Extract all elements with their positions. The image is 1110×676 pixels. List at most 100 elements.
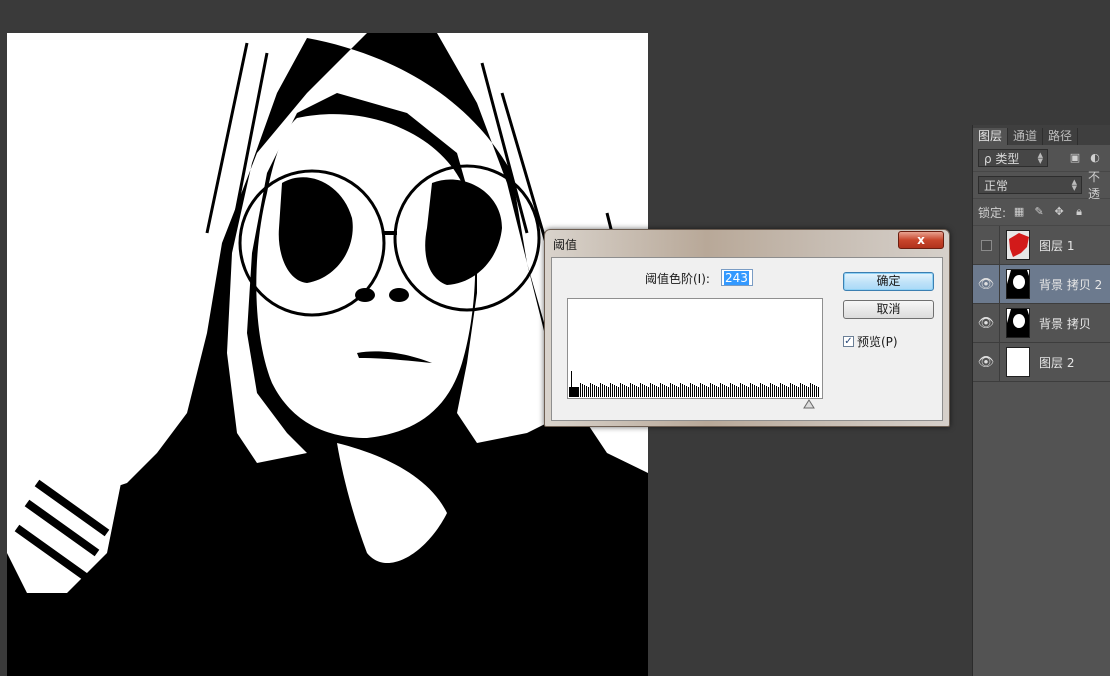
visibility-toggle[interactable] bbox=[973, 226, 1000, 264]
histogram-bar bbox=[706, 386, 707, 397]
threshold-thumb bbox=[1007, 309, 1029, 337]
histogram-bar bbox=[748, 387, 749, 397]
preview-checkbox[interactable]: ✓ bbox=[843, 336, 854, 347]
histogram-bar bbox=[586, 386, 587, 397]
ok-button[interactable]: 确定 bbox=[843, 272, 934, 291]
tab-layers[interactable]: 图层 bbox=[973, 128, 1009, 145]
histogram-bar bbox=[688, 387, 689, 397]
histogram-bar bbox=[648, 387, 649, 397]
adjustment-filter-icon[interactable]: ◐ bbox=[1088, 152, 1102, 164]
histogram-bar bbox=[569, 387, 578, 397]
histogram-bar bbox=[674, 385, 675, 397]
histogram-bar bbox=[686, 386, 687, 397]
histogram-bar bbox=[616, 386, 617, 397]
histogram-bar bbox=[728, 387, 729, 397]
layer-row-2[interactable]: 👁︎ 背景 拷贝 2 bbox=[973, 265, 1110, 304]
histogram-bar bbox=[778, 387, 779, 397]
histogram-bar bbox=[746, 386, 747, 397]
histogram-bar bbox=[810, 383, 811, 397]
eye-icon: 👁︎ bbox=[977, 315, 995, 331]
preview-option[interactable]: ✓ 预览(P) bbox=[843, 333, 898, 350]
preview-label: 预览(P) bbox=[857, 335, 898, 349]
histogram-bar bbox=[692, 384, 693, 397]
histogram-bar bbox=[618, 387, 619, 397]
lock-label: 锁定: bbox=[978, 205, 1007, 220]
image-filter-icon[interactable]: ▣ bbox=[1068, 152, 1082, 164]
histogram-bar bbox=[790, 383, 791, 397]
histogram-bar bbox=[666, 386, 667, 397]
threshold-slider-handle[interactable] bbox=[803, 399, 815, 409]
lock-all-icon[interactable]: 🔒︎ bbox=[1072, 206, 1086, 218]
histogram-bar bbox=[650, 383, 651, 397]
histogram-bar bbox=[660, 383, 661, 397]
red-splash-thumb bbox=[1007, 231, 1029, 259]
dialog-title: 阈值 bbox=[553, 238, 578, 252]
histogram-bar bbox=[704, 385, 705, 397]
histogram-bar bbox=[678, 387, 679, 397]
blend-mode-dropdown[interactable]: 正常 ▲ ▼ bbox=[978, 176, 1082, 194]
histogram-bar bbox=[662, 384, 663, 397]
threshold-level-input[interactable]: 243 bbox=[721, 269, 753, 286]
histogram-bar bbox=[762, 384, 763, 397]
layer-name: 图层 2 bbox=[1039, 355, 1075, 370]
layer-row-3[interactable]: 👁︎ 背景 拷贝 bbox=[973, 304, 1110, 343]
histogram-bar bbox=[644, 385, 645, 397]
histogram-bar bbox=[720, 383, 721, 397]
histogram-bar bbox=[780, 383, 781, 397]
histogram-bar bbox=[726, 386, 727, 397]
histogram-bar bbox=[760, 383, 761, 397]
visibility-toggle[interactable]: 👁︎ bbox=[973, 343, 1000, 381]
histogram-bar bbox=[630, 383, 631, 397]
cancel-button[interactable]: 取消 bbox=[843, 300, 934, 319]
layer-name: 背景 拷贝 2 bbox=[1039, 277, 1103, 292]
layer-filter-dropdown[interactable]: ρ 类型 ▲ ▼ bbox=[978, 149, 1048, 167]
histogram-bar bbox=[680, 383, 681, 397]
histogram-bar bbox=[608, 387, 609, 397]
layer-row-1[interactable]: 图层 1 bbox=[973, 226, 1110, 265]
eye-icon: 👁︎ bbox=[977, 354, 995, 370]
histogram-bar bbox=[776, 386, 777, 397]
tab-paths[interactable]: 路径 bbox=[1043, 128, 1079, 145]
histogram-bar bbox=[670, 383, 671, 397]
histogram-bar bbox=[758, 387, 759, 397]
lock-move-icon[interactable]: ✥ bbox=[1052, 206, 1066, 218]
lock-brush-icon[interactable]: ✎ bbox=[1032, 206, 1046, 218]
histogram-bar bbox=[626, 386, 627, 397]
histogram-bar bbox=[736, 386, 737, 397]
histogram-bar bbox=[792, 384, 793, 397]
histogram-bar bbox=[584, 385, 585, 397]
histogram-bar bbox=[718, 387, 719, 397]
histogram-bar bbox=[694, 385, 695, 397]
histogram-bar bbox=[774, 385, 775, 397]
histogram-bar bbox=[734, 385, 735, 397]
lock-transparency-icon[interactable]: ▦ bbox=[1012, 206, 1026, 218]
tab-channels[interactable]: 通道 bbox=[1008, 128, 1044, 145]
histogram-bar bbox=[700, 383, 701, 397]
histogram-bar bbox=[716, 386, 717, 397]
histogram-bar bbox=[628, 387, 629, 397]
histogram-bar bbox=[664, 385, 665, 397]
layer-row-4[interactable]: 👁︎ 图层 2 bbox=[973, 343, 1110, 382]
histogram-bar bbox=[600, 383, 601, 397]
histogram-bar bbox=[800, 383, 801, 397]
histogram-bar bbox=[764, 385, 765, 397]
histogram-bar bbox=[652, 384, 653, 397]
histogram-bar bbox=[582, 384, 583, 397]
visibility-toggle[interactable]: 👁︎ bbox=[973, 304, 1000, 342]
histogram-bar bbox=[604, 385, 605, 397]
blend-mode-row: 正常 ▲ ▼ 不透 bbox=[973, 170, 1110, 201]
histogram-bar bbox=[732, 384, 733, 397]
histogram-bar bbox=[770, 383, 771, 397]
histogram-bar bbox=[596, 386, 597, 397]
histogram bbox=[567, 298, 823, 399]
histogram-bar bbox=[636, 386, 637, 397]
histogram-bar bbox=[814, 385, 815, 397]
histogram-bar bbox=[804, 385, 805, 397]
histogram-bar bbox=[571, 371, 572, 397]
visibility-toggle[interactable]: 👁︎ bbox=[973, 265, 1000, 303]
opacity-label: 不透 bbox=[1087, 170, 1100, 201]
dialog-title-bar[interactable]: 阈值 x bbox=[545, 230, 949, 254]
close-button[interactable]: x bbox=[898, 231, 944, 249]
histogram-bar bbox=[772, 384, 773, 397]
histogram-bar bbox=[802, 384, 803, 397]
